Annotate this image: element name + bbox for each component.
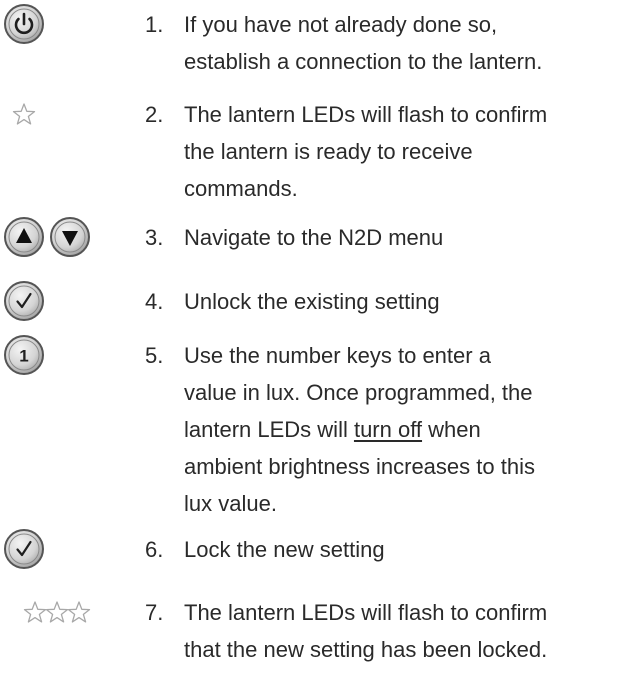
checkmark-button-icon (4, 529, 44, 569)
step-text: Use the number keys to enter a value in … (184, 343, 535, 516)
step-text: The lantern LEDs will flash to confirm t… (184, 600, 548, 662)
down-arrow-button-icon (50, 217, 90, 257)
step-number: 1. (145, 12, 164, 37)
step-icons: 1 (0, 333, 48, 377)
step-icons (0, 279, 48, 323)
step-icons (0, 92, 48, 136)
step-number: 6. (145, 537, 164, 562)
step-number: 3. (145, 225, 164, 250)
svg-text:1: 1 (19, 347, 28, 366)
up-arrow-button-icon (4, 217, 44, 257)
step-icons (0, 590, 96, 634)
step-text: Navigate to the N2D menu (184, 225, 444, 250)
number-one-button-icon: 1 (4, 335, 44, 375)
checkmark-button-icon (4, 281, 44, 321)
step-icons (0, 215, 94, 259)
power-button-icon (4, 4, 44, 44)
step-number: 7. (145, 600, 164, 625)
three-stars-outline-icon (23, 601, 91, 623)
step-text: If you have not already done so, establi… (184, 12, 543, 74)
emphasis-turn-off: turn off (353, 417, 423, 442)
step-number: 2. (145, 102, 164, 127)
step-text: Unlock the existing setting (184, 289, 440, 314)
step-number: 4. (145, 289, 164, 314)
step-icons (0, 527, 48, 571)
star-outline-icon (12, 103, 36, 125)
step-text: The lantern LEDs will flash to confirm t… (184, 102, 548, 201)
step-text: Lock the new setting (184, 537, 385, 562)
step-number: 5. (145, 343, 164, 368)
step-icons (0, 2, 48, 46)
